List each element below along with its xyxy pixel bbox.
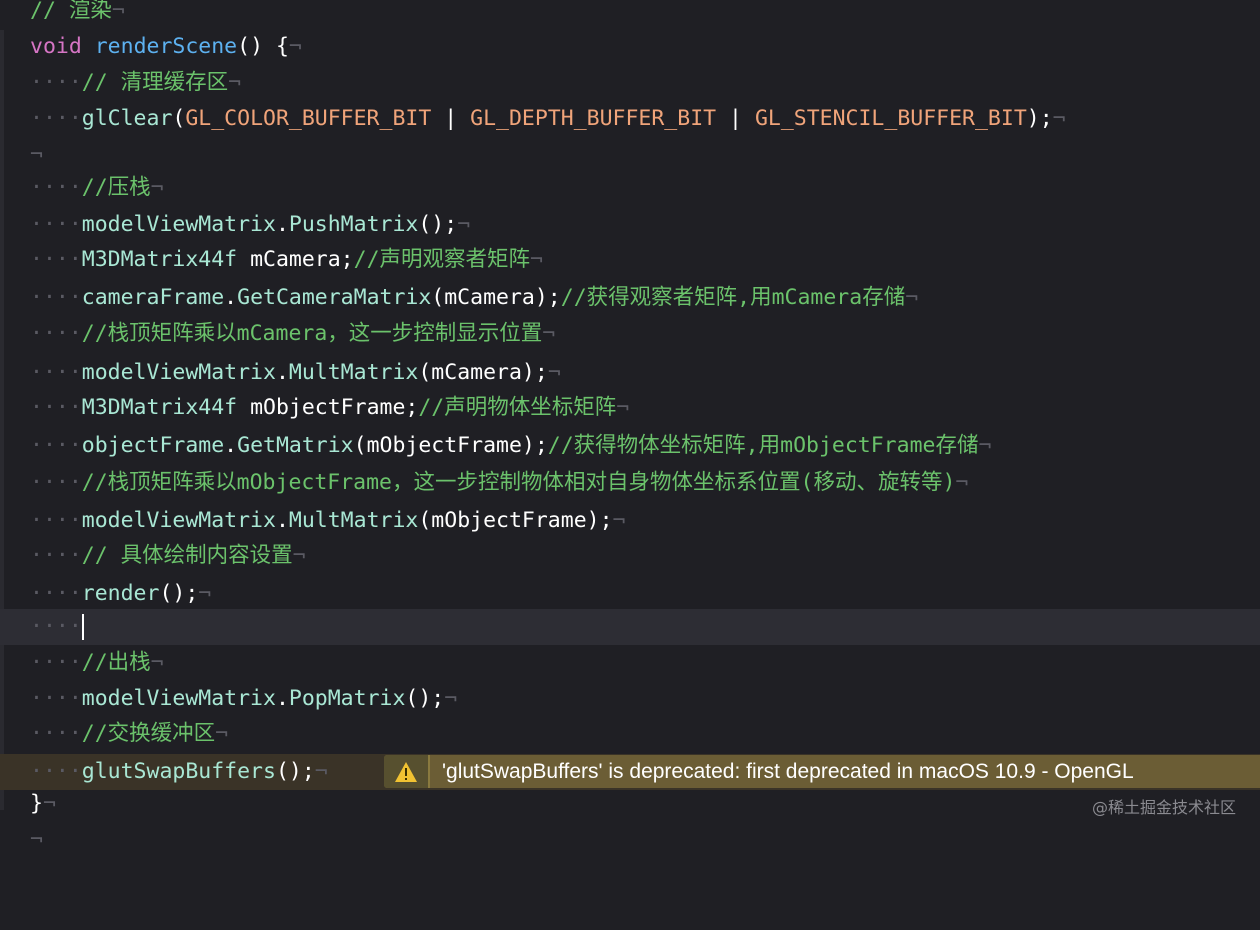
- code-line[interactable]: ····//压栈¬: [0, 170, 1260, 206]
- comment: //交换缓冲区: [81, 721, 216, 746]
- code-line[interactable]: ····render();¬: [0, 576, 1260, 612]
- code-line[interactable]: ····//栈顶矩阵乘以mCamera，这一步控制显示位置¬: [0, 316, 1260, 352]
- comment: // 具体绘制内容设置: [81, 543, 293, 568]
- code-line[interactable]: void renderScene() {¬: [0, 29, 1260, 65]
- function-name: renderScene: [94, 34, 238, 59]
- comment: //声明观察者矩阵: [353, 247, 531, 272]
- comment: //声明物体坐标矩阵: [418, 395, 617, 420]
- warning-message: 'glutSwapBuffers' is deprecated: first d…: [442, 759, 1134, 783]
- code-line[interactable]: ····M3DMatrix44f mCamera;//声明观察者矩阵¬: [0, 242, 1260, 278]
- code-editor[interactable]: // 渲染¬ void renderScene() {¬ ····// 清理缓存…: [0, 0, 1260, 852]
- code-line[interactable]: ····// 清理缓存区¬: [0, 65, 1260, 101]
- comment: //出栈: [81, 650, 151, 675]
- comment: //栈顶矩阵乘以mCamera，这一步控制显示位置: [81, 321, 543, 346]
- code-line[interactable]: ····modelViewMatrix.PopMatrix();¬: [0, 681, 1260, 717]
- text-cursor: [81, 614, 84, 640]
- code-line[interactable]: // 渲染¬: [0, 0, 1260, 29]
- code-line[interactable]: ····//交换缓冲区¬: [0, 716, 1260, 752]
- code-line[interactable]: ····//栈顶矩阵乘以mObjectFrame，这一步控制物体相对自身物体坐标…: [0, 465, 1260, 501]
- keyword: void: [30, 34, 82, 59]
- deprecation-warning[interactable]: 'glutSwapBuffers' is deprecated: first d…: [384, 755, 1260, 788]
- code-line[interactable]: ····cameraFrame.GetCameraMatrix(mCamera)…: [0, 280, 1260, 316]
- comment: //获得观察者矩阵,用mCamera存储: [560, 285, 906, 310]
- comment: //获得物体坐标矩阵,用mObjectFrame存储: [547, 433, 979, 458]
- comment: //压栈: [81, 175, 151, 200]
- comment: //栈顶矩阵乘以mObjectFrame，这一步控制物体相对自身物体坐标系位置(…: [81, 470, 956, 495]
- comment: // 清理缓存区: [81, 70, 229, 95]
- comment: // 渲染: [30, 0, 112, 23]
- code-line[interactable]: ····M3DMatrix44f mObjectFrame;//声明物体坐标矩阵…: [0, 390, 1260, 426]
- code-line[interactable]: ····modelViewMatrix.PushMatrix();¬: [0, 207, 1260, 243]
- code-line[interactable]: ¬: [0, 137, 1260, 173]
- watermark: @稀土掘金技术社区: [1091, 798, 1236, 817]
- code-line[interactable]: ····//出栈¬: [0, 645, 1260, 681]
- current-line[interactable]: ····: [0, 609, 1260, 645]
- code-line[interactable]: ····modelViewMatrix.MultMatrix(mCamera);…: [0, 355, 1260, 391]
- code-line[interactable]: ····// 具体绘制内容设置¬: [0, 538, 1260, 574]
- code-line[interactable]: ····modelViewMatrix.MultMatrix(mObjectFr…: [0, 503, 1260, 539]
- code-line[interactable]: }¬: [0, 786, 1260, 822]
- warning-icon-box[interactable]: [384, 755, 430, 788]
- warning-triangle-icon: [395, 761, 417, 782]
- code-line[interactable]: ····objectFrame.GetMatrix(mObjectFrame);…: [0, 428, 1260, 464]
- code-line[interactable]: ····glClear(GL_COLOR_BUFFER_BIT | GL_DEP…: [0, 101, 1260, 137]
- code-line[interactable]: ¬: [0, 822, 1260, 858]
